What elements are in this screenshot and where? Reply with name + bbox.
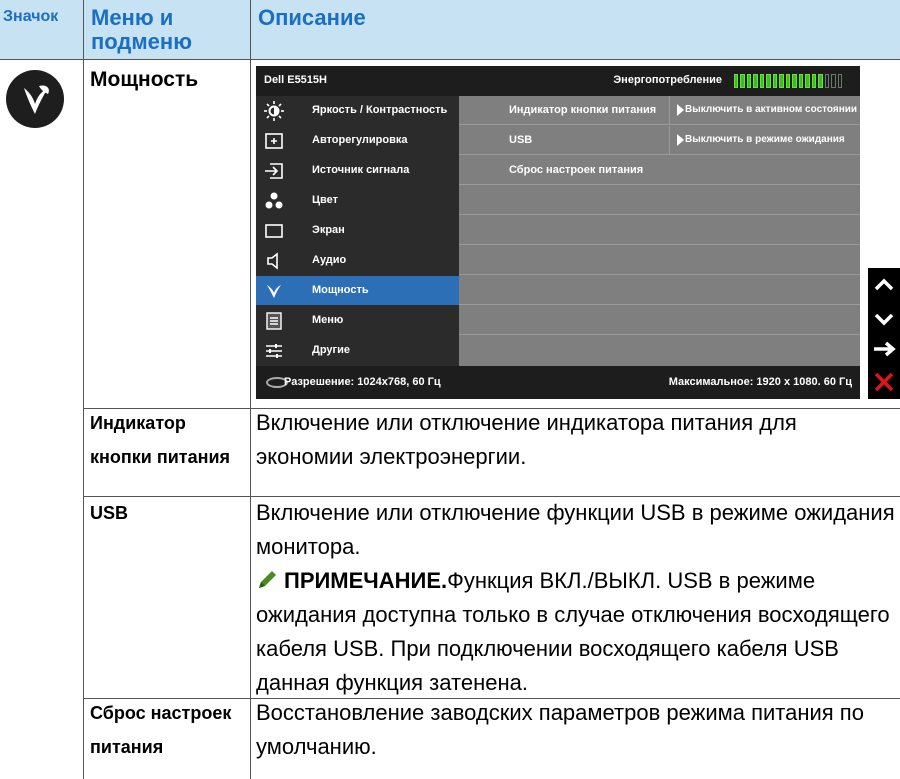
osd-menu-power[interactable]: Мощность [256,276,459,305]
osd-menu-others[interactable]: Другие [256,336,459,365]
energy-bar [837,74,842,88]
osd-menu-label: Меню [312,314,344,326]
osd-submenu: Индикатор кнопки питания Выключить в акт… [459,96,860,366]
energy-bar [759,74,765,88]
row-desc-power-reset: Восстановление заводских параметров режи… [256,700,864,759]
up-icon[interactable] [868,268,900,302]
section-title: Мощность [90,68,199,91]
osd-menu-menu[interactable]: Меню [256,306,459,335]
energy-bar [811,74,817,88]
header-col1: Значок [3,8,59,25]
energy-bar [746,74,752,88]
osd-submenu-power-led[interactable]: Индикатор кнопки питания Выключить в акт… [459,96,860,125]
osd-submenu-label: USB [509,134,533,146]
osd-submenu-usb[interactable]: USB Выключить в режиме ожидания [459,126,860,155]
energy-bar [792,74,797,88]
osd-menu-label: Другие [312,344,350,356]
energy-bar [734,74,739,88]
osd-submenu-empty [459,336,860,365]
osd-submenu-empty [459,216,860,245]
energy-bar [766,74,771,88]
osd-menu-label: Цвет [312,194,339,206]
osd-submenu-empty [459,246,860,275]
note-label: ПРИМЕЧАНИЕ. [284,568,448,593]
energy-bar [779,74,784,88]
osd-main-menu: Яркость / Контрастность Авторегулировка … [256,96,459,366]
osd-menu-brightness[interactable]: Яркость / Контрастность [256,96,459,125]
header-col3: Описание [258,5,366,30]
energy-bar [772,74,778,88]
down-icon[interactable] [868,302,900,336]
energy-bar [798,74,804,88]
osd-menu-audio[interactable]: Аудио [256,246,459,275]
osd-menu-label: Аудио [312,254,347,266]
menu-icon [264,311,284,331]
input-source-icon [264,161,284,181]
osd-submenu-value: Выключить в режиме ожидания [685,134,845,145]
energy-label: Энергопотребление [613,74,722,86]
header-col2: Меню и подменю [91,5,192,54]
osd-menu-label: Источник сигнала [312,164,410,176]
osd-screenshot: Dell E5515H Энергопотребление Яркость / … [256,66,860,399]
leaf-icon [264,281,284,301]
osd-footer: Разрешение: 1024x768, 60 Гц Максимальное… [256,366,860,399]
enter-icon[interactable] [868,332,900,366]
osd-model: Dell E5515H [264,74,327,86]
header-desc-col: Описание [250,0,900,60]
osd-header: Dell E5515H Энергопотребление [256,66,860,96]
chevron-right-icon [677,134,684,146]
brightness-icon [264,101,284,121]
max-resolution: Максимальное: 1920 x 1080. 60 Гц [668,376,852,388]
osd-menu-color[interactable]: Цвет [256,186,459,215]
divider [669,96,670,125]
note-pencil-icon [256,567,278,591]
usb-desc-text: Включение или отключение функции USB в р… [256,500,895,559]
divider [669,126,670,155]
osd-submenu-power-reset[interactable]: Сброс настроек питания [459,156,860,185]
osd-menu-label: Мощность [312,284,369,296]
osd-menu-auto-adjust[interactable]: Авторегулировка [256,126,459,155]
energy-bar [831,74,836,88]
row-name-power-led: Индикатор кнопки питания [90,413,231,467]
current-resolution: Разрешение: 1024x768, 60 Гц [284,376,441,388]
osd-submenu-empty [459,186,860,215]
energy-bar [805,74,810,88]
usb-note: ПРИМЕЧАНИЕ.Функция ВКЛ./ВЫКЛ. USB в режи… [256,564,896,700]
osd-menu-label: Экран [312,224,345,236]
leaf-icon [6,70,64,128]
energy-meter [734,74,842,88]
grid-line [83,60,84,779]
others-icon [264,341,284,361]
row-desc-power-led: Включение или отключение индикатора пита… [256,410,797,469]
osd-menu-label: Авторегулировка [312,134,408,146]
energy-bar [818,74,823,88]
energy-bar [785,74,791,88]
energy-bar [753,74,758,88]
energy-bar [824,74,830,88]
grid-line [250,60,251,779]
color-icon [264,191,284,211]
osd-submenu-label: Сброс настроек питания [509,164,644,176]
row-name-power-reset: Сброс настроек питания [90,703,232,757]
exit-icon[interactable] [868,365,900,399]
auto-adjust-icon [264,131,284,151]
osd-submenu-label: Индикатор кнопки питания [509,104,657,116]
energy-bar [740,74,745,88]
header-menu-col: Меню и подменю [83,0,250,60]
osd-submenu-empty [459,306,860,335]
header-icon-col: Значок [0,0,83,60]
osd-submenu-empty [459,276,860,305]
osd-menu-display[interactable]: Экран [256,216,459,245]
osd-menu-input-source[interactable]: Источник сигнала [256,156,459,185]
chevron-right-icon [677,104,684,116]
osd-buttons [868,66,900,399]
display-icon [264,221,284,241]
row-name-usb: USB [90,503,129,523]
audio-icon [264,251,284,271]
osd-menu-label: Яркость / Контрастность [312,104,448,116]
osd-submenu-value: Выключить в активном состоянии [685,104,858,115]
row-desc-usb: Включение или отключение функции USB в р… [256,496,896,700]
settings-table: Значок Меню и подменю Описание Мощность … [0,0,900,779]
